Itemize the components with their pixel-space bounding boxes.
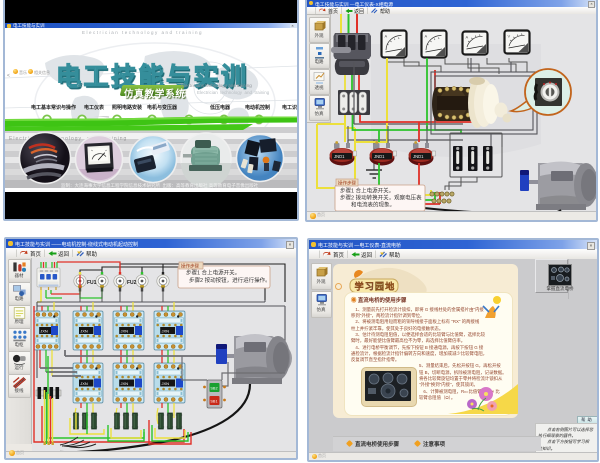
svg-text:JXN: JXN — [80, 329, 88, 334]
svg-text:SB2: SB2 — [210, 387, 217, 391]
svg-text:JXN: JXN — [161, 329, 169, 334]
svg-text:操作步骤: 操作步骤 — [181, 263, 199, 270]
svg-text:学习园地: 学习园地 — [355, 281, 396, 292]
svg-text:JND1: JND1 — [374, 154, 385, 159]
svg-text:JXN: JXN — [120, 381, 128, 386]
svg-text:V: V — [508, 34, 511, 39]
svg-text:A: A — [385, 34, 388, 39]
svg-text:帮助: 帮助 — [389, 251, 401, 259]
svg-text:FU2: FU2 — [127, 280, 137, 286]
svg-text:A: A — [466, 35, 469, 40]
svg-text:步骤1 合上电源开关。: 步骤1 合上电源开关。 — [340, 187, 394, 195]
svg-text:步骤2 拨动转换开关，观察电压表: 步骤2 拨动转换开关，观察电压表 — [340, 194, 422, 202]
svg-text:步骤2 按动按钮，进行运行操作。: 步骤2 按动按钮，进行运行操作。 — [189, 276, 271, 284]
svg-text:首页: 首页 — [333, 251, 345, 259]
svg-text:JXN: JXN — [80, 381, 88, 386]
svg-text:返回: 返回 — [58, 251, 70, 258]
svg-text:JND1: JND1 — [334, 154, 345, 159]
svg-text:JXN: JXN — [161, 381, 169, 386]
svg-text:操作步骤: 操作步骤 — [338, 180, 356, 187]
svg-text:FU1: FU1 — [87, 280, 97, 286]
svg-text:JXN: JXN — [40, 329, 48, 334]
svg-text:首页: 首页 — [30, 250, 42, 258]
svg-text:SB1: SB1 — [210, 400, 217, 404]
svg-text:步骤1 合上电源开关。: 步骤1 合上电源开关。 — [186, 269, 240, 277]
svg-text:A: A — [425, 34, 428, 39]
svg-text:和电流表的现象。: 和电流表的现象。 — [351, 201, 395, 209]
svg-text:JXN: JXN — [120, 329, 128, 334]
svg-text:JND1: JND1 — [413, 154, 424, 159]
svg-text:返回: 返回 — [361, 252, 373, 259]
svg-text:帮助: 帮助 — [86, 250, 98, 258]
